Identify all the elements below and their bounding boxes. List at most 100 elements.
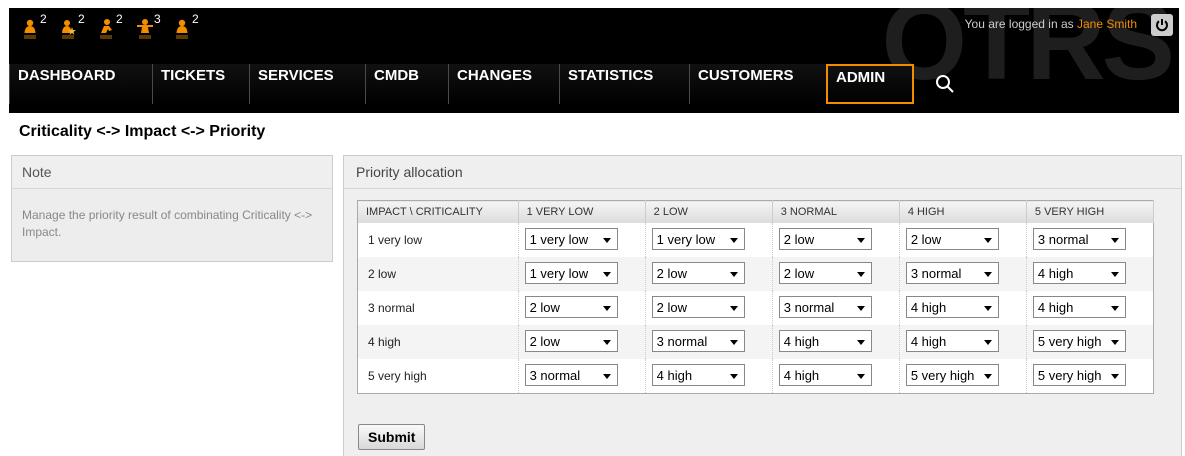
nav-changes[interactable]: CHANGES [448,64,559,104]
toolbar-item[interactable]: 2 [175,12,204,42]
dropdown-arrow-icon [1110,373,1119,379]
table-header-row: IMPACT \ CRITICALITY 1 VERY LOW 2 LOW 3 NO… [357,200,1155,223]
criticality-header: 2 LOW [645,200,773,223]
priority-select[interactable]: 1 very low [524,227,618,250]
toolbar-item[interactable]: 2 [99,12,128,42]
toolbar-count: 2 [116,12,123,26]
dropdown-arrow-icon [983,271,992,277]
priority-select[interactable]: 5 very high [1032,363,1126,386]
priority-cell: 2 low [518,325,646,359]
impact-label: 4 high [357,325,519,359]
priority-select[interactable]: 2 low [905,227,999,250]
priority-cell: 4 high [899,291,1027,325]
priority-select[interactable]: 2 low [778,227,872,250]
nav-statistics[interactable]: STATISTICS [559,64,689,104]
priority-cell: 2 low [645,291,773,325]
person-star-icon [62,20,76,39]
priority-value: 2 low [783,265,815,281]
priority-cell: 4 high [645,359,773,394]
criticality-header: 1 VERY LOW [518,200,646,223]
priority-value: 3 normal [910,265,962,281]
priority-select[interactable]: 5 very high [1032,329,1126,352]
priority-cell: 4 high [772,325,900,359]
priority-select[interactable]: 1 very low [651,227,745,250]
priority-select[interactable]: 2 low [524,295,618,318]
priority-select[interactable]: 4 high [905,295,999,318]
priority-allocation-panel: Priority allocation IMPACT \ CRITICALITY… [343,155,1182,456]
priority-select[interactable]: 4 high [1032,295,1126,318]
dropdown-arrow-icon [856,339,865,345]
priority-select[interactable]: 3 normal [1032,227,1126,250]
priority-select[interactable]: 4 high [651,363,745,386]
dropdown-arrow-icon [729,339,738,345]
priority-select[interactable]: 1 very low [524,261,618,284]
priority-value: 1 very low [529,231,589,247]
search-icon [936,75,954,93]
priority-cell: 1 very low [518,257,646,291]
person-run-icon [100,19,112,39]
dropdown-arrow-icon [602,373,611,379]
priority-select[interactable]: 4 high [778,363,872,386]
dropdown-arrow-icon [729,271,738,277]
toolbar-count: 2 [192,12,199,26]
priority-cell: 2 low [645,257,773,291]
priority-value: 2 low [783,231,815,247]
toolbar-item[interactable]: 3 [137,12,166,42]
criticality-header: 3 NORMAL [772,200,900,223]
person-icon [24,19,36,39]
priority-cell: 2 low [518,291,646,325]
impact-label: 3 normal [357,291,519,325]
priority-select[interactable]: 4 high [778,329,872,352]
priority-value: 4 high [656,367,693,383]
dropdown-arrow-icon [1110,237,1119,243]
nav-cmdb[interactable]: CMDB [365,64,448,104]
toolbar: 2 2 2 3 2 [23,12,204,42]
priority-select[interactable]: 4 high [905,329,999,352]
priority-select[interactable]: 4 high [1032,261,1126,284]
nav-admin[interactable]: ADMIN [826,64,914,104]
priority-select[interactable]: 3 normal [651,329,745,352]
priority-cell: 4 high [1026,257,1155,291]
priority-value: 1 very low [529,265,589,281]
priority-value: 2 low [910,231,942,247]
priority-cell: 3 normal [518,359,646,394]
toolbar-count: 2 [78,12,85,26]
person-arms-icon [137,19,153,39]
note-title: Note [12,156,332,189]
header-bar: OTRS 22232 You are logged in as Jane Smi… [9,8,1179,113]
dropdown-arrow-icon [856,373,865,379]
user-link[interactable]: Jane Smith [1077,17,1137,31]
toolbar-count: 3 [154,12,161,26]
search-button[interactable] [926,64,966,104]
priority-value: 3 normal [1037,231,1089,247]
person-icon [176,19,188,39]
priority-value: 2 low [656,299,688,315]
priority-select[interactable]: 3 normal [905,261,999,284]
submit-button[interactable]: Submit [358,424,426,450]
logout-button[interactable] [1151,14,1173,36]
toolbar-item[interactable]: 2 [23,12,52,42]
impact-label: 5 very high [357,359,519,394]
criticality-header: 5 VERY HIGH [1026,200,1155,223]
nav-services[interactable]: SERVICES [249,64,365,104]
priority-value: 3 normal [529,367,581,383]
priority-select[interactable]: 3 normal [778,295,872,318]
nav-customers[interactable]: CUSTOMERS [689,64,826,104]
priority-select[interactable]: 2 low [524,329,618,352]
priority-cell: 5 very high [899,359,1027,394]
note-panel: Note Manage the priority result of combi… [11,155,333,262]
toolbar-item[interactable]: 2 [61,12,90,42]
priority-cell: 2 low [772,223,900,257]
nav-tickets[interactable]: TICKETS [152,64,249,104]
priority-select[interactable]: 5 very high [905,363,999,386]
priority-select[interactable]: 2 low [651,295,745,318]
nav-dashboard[interactable]: DASHBOARD [9,64,152,104]
priority-select[interactable]: 3 normal [524,363,618,386]
priority-select[interactable]: 2 low [778,261,872,284]
table-row: 1 very low 1 very low 1 very low 2 low 2 low… [357,223,1155,257]
priority-cell: 3 normal [772,291,900,325]
dropdown-arrow-icon [1110,305,1119,311]
dropdown-arrow-icon [729,373,738,379]
dropdown-arrow-icon [729,237,738,243]
priority-select[interactable]: 2 low [651,261,745,284]
